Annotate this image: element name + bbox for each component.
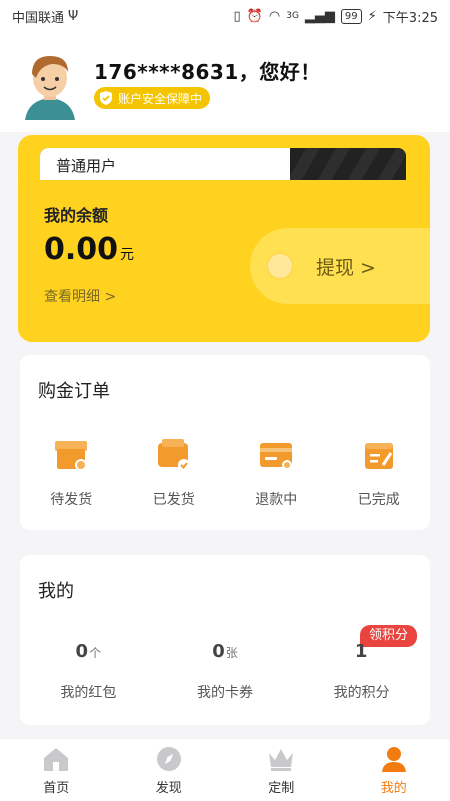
crown-icon xyxy=(269,748,294,771)
tab-label: 定制 xyxy=(268,780,295,796)
status-bar: 中国联通 Ψ ▯ ⏰ ◠ 3G ▂▄▆ 99 ⚡ 下午3:25 xyxy=(0,0,450,32)
order-completed[interactable]: 已完成 xyxy=(334,435,424,509)
wallet-check-icon xyxy=(157,439,190,471)
order-label: 待发货 xyxy=(50,492,93,508)
coupon-count: 0张 xyxy=(212,641,238,662)
bottom-tab-bar: 首页 发现 定制 我的 xyxy=(0,738,450,801)
box-icon xyxy=(55,441,88,471)
tab-home[interactable]: 首页 xyxy=(16,745,96,796)
tab-mine[interactable]: 我的 xyxy=(354,745,434,796)
balance-amount: 0.00 元 xyxy=(44,232,134,267)
order-label: 已发货 xyxy=(152,492,195,508)
order-shipped[interactable]: 已发货 xyxy=(129,435,219,509)
member-tier-label: 普通用户 xyxy=(56,157,117,175)
battery-level: 99 xyxy=(340,8,362,24)
wifi-icon: ◠ xyxy=(268,8,281,24)
red-packet-label: 我的红包 xyxy=(60,685,117,701)
my-coupons[interactable]: 0张 我的卡券 xyxy=(165,641,285,702)
home-icon xyxy=(44,747,69,771)
red-packet-count: 0个 xyxy=(75,641,102,662)
mine-panel: 我的 领积分 0个 我的红包 0张 我的卡券 1 我的积分 xyxy=(20,555,430,725)
clock-time: 下午3:25 xyxy=(382,10,438,26)
security-badge[interactable]: 账户安全保障中 xyxy=(94,87,211,109)
balance-unit: 元 xyxy=(120,247,135,263)
security-badge-label: 账户安全保障中 xyxy=(118,91,203,106)
network-type: 3G xyxy=(286,11,299,21)
balance-card-body: 我的余额 0.00 元 查看明细 > 提现 > xyxy=(18,180,430,342)
balance-title: 我的余额 xyxy=(44,206,109,225)
tab-custom[interactable]: 定制 xyxy=(241,745,321,796)
alarm-icon: ⏰ xyxy=(246,8,263,24)
my-points[interactable]: 1 我的积分 xyxy=(302,641,422,702)
order-label: 退款中 xyxy=(255,492,298,508)
order-refunding[interactable]: 退款中 xyxy=(231,435,321,509)
view-details-link[interactable]: 查看明细 > xyxy=(44,286,116,306)
tab-label: 我的 xyxy=(380,780,407,796)
carrier-name: 中国联通 xyxy=(12,10,65,26)
done-icon xyxy=(364,443,393,469)
order-label: 已完成 xyxy=(357,492,400,508)
signal-icon: ▂▄▆ xyxy=(304,8,335,24)
order-pending-shipment[interactable]: 待发货 xyxy=(26,435,116,509)
points-count: 1 xyxy=(354,641,368,662)
greeting-text: 176****8631，您好！ xyxy=(94,60,321,84)
shield-check-icon xyxy=(98,90,114,106)
usb-icon: Ψ xyxy=(68,8,79,24)
avatar[interactable] xyxy=(20,50,80,120)
orders-panel: 购金订单 待发货 已发货 退款中 已完成 xyxy=(20,355,430,530)
tab-label: 首页 xyxy=(43,780,70,796)
mine-title: 我的 xyxy=(38,581,74,602)
balance-value: 0.00 xyxy=(44,232,119,267)
compass-icon xyxy=(156,746,181,771)
card-refund-icon xyxy=(260,443,293,470)
withdraw-button[interactable]: 提现 > xyxy=(250,228,430,304)
coin-icon xyxy=(266,252,294,280)
tab-discover[interactable]: 发现 xyxy=(129,745,209,796)
profile-header: 176****8631，您好！ 账户安全保障中 xyxy=(0,32,450,132)
withdraw-label: 提现 > xyxy=(316,256,376,279)
orders-title: 购金订单 xyxy=(38,381,110,402)
points-label: 我的积分 xyxy=(333,685,390,701)
my-red-packets[interactable]: 0个 我的红包 xyxy=(28,641,148,702)
vibrate-icon: ▯ xyxy=(233,8,241,24)
balance-card: 普通用户 我的余额 0.00 元 查看明细 > 提现 > xyxy=(18,135,430,342)
coupon-label: 我的卡券 xyxy=(196,685,253,701)
user-icon xyxy=(381,746,406,772)
charging-icon: ⚡ xyxy=(367,8,377,24)
tab-label: 发现 xyxy=(155,780,182,796)
